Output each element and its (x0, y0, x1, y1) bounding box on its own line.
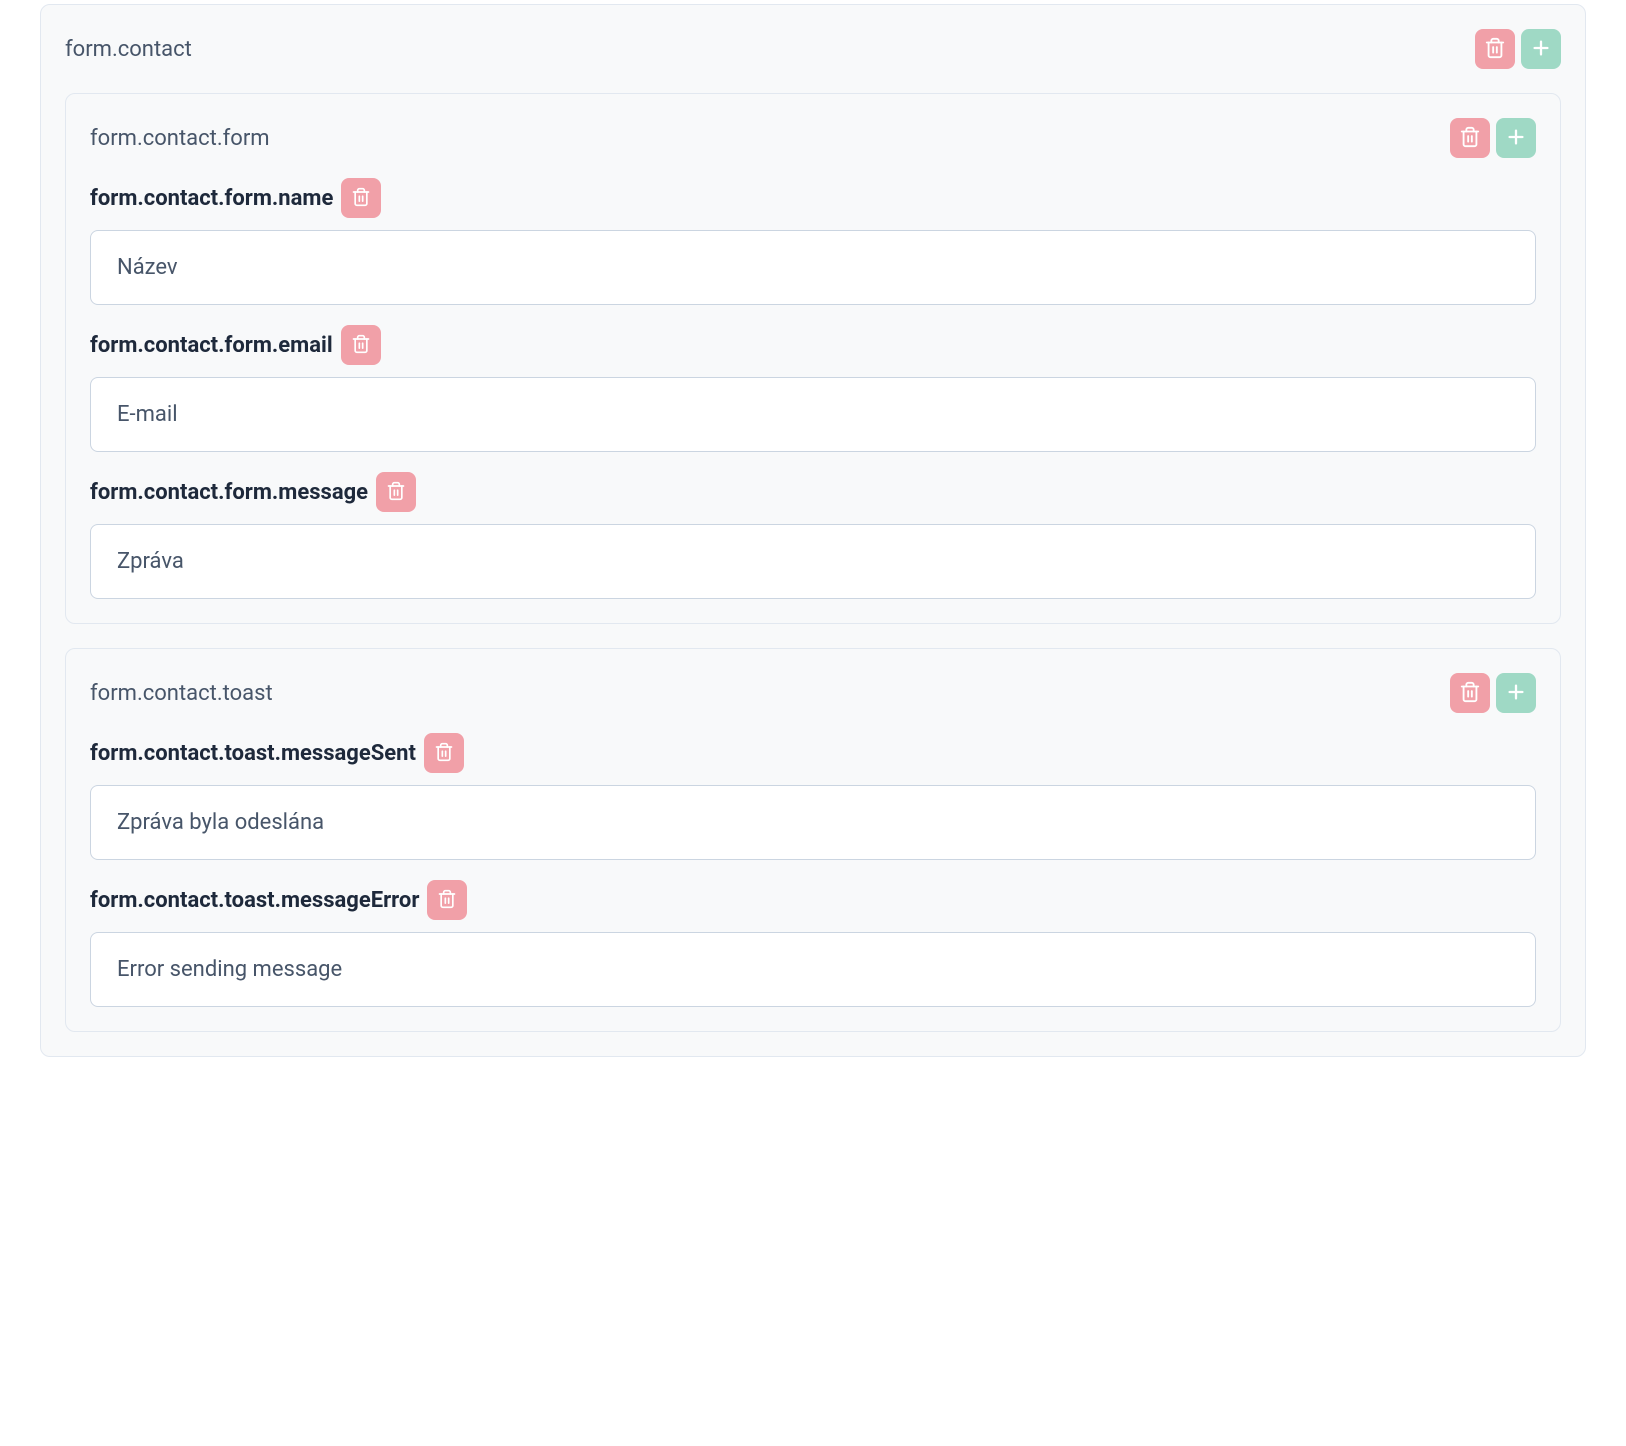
subsection-title: form.contact.form (90, 126, 270, 151)
add-subsection-button[interactable] (1496, 118, 1536, 158)
plus-icon (1530, 37, 1552, 62)
delete-field-button[interactable] (424, 733, 464, 773)
delete-field-button[interactable] (376, 472, 416, 512)
delete-subsection-button[interactable] (1450, 673, 1490, 713)
subsection-header: form.contact.toast (90, 673, 1536, 713)
delete-section-button[interactable] (1475, 29, 1515, 69)
plus-icon (1505, 126, 1527, 151)
trash-icon (351, 187, 371, 210)
delete-subsection-button[interactable] (1450, 118, 1490, 158)
section-actions (1475, 29, 1561, 69)
subsection-header: form.contact.form (90, 118, 1536, 158)
section-header: form.contact (65, 29, 1561, 69)
trash-icon (1459, 681, 1481, 706)
trash-icon (351, 334, 371, 357)
subsection-title: form.contact.toast (90, 681, 273, 706)
section-title: form.contact (65, 37, 192, 62)
add-subsection-button[interactable] (1496, 673, 1536, 713)
section-contact: form.contact (40, 4, 1586, 1057)
field-label-row: form.contact.toast.messageSent (90, 733, 1536, 773)
field-label-row: form.contact.form.email (90, 325, 1536, 365)
trash-icon (434, 742, 454, 765)
field-input-message[interactable] (90, 524, 1536, 599)
trash-icon (386, 481, 406, 504)
field-name: form.contact.form.name (90, 178, 1536, 305)
trash-icon (1459, 126, 1481, 151)
subsection-actions (1450, 118, 1536, 158)
field-email: form.contact.form.email (90, 325, 1536, 452)
trash-icon (1484, 37, 1506, 62)
field-input-message-sent[interactable] (90, 785, 1536, 860)
plus-icon (1505, 681, 1527, 706)
field-message-sent: form.contact.toast.messageSent (90, 733, 1536, 860)
field-label-row: form.contact.form.message (90, 472, 1536, 512)
add-section-button[interactable] (1521, 29, 1561, 69)
field-label: form.contact.toast.messageError (90, 888, 419, 913)
field-label-row: form.contact.toast.messageError (90, 880, 1536, 920)
field-input-name[interactable] (90, 230, 1536, 305)
field-input-message-error[interactable] (90, 932, 1536, 1007)
field-label: form.contact.toast.messageSent (90, 741, 416, 766)
delete-field-button[interactable] (427, 880, 467, 920)
subsection-actions (1450, 673, 1536, 713)
delete-field-button[interactable] (341, 178, 381, 218)
field-label: form.contact.form.email (90, 333, 333, 358)
field-input-email[interactable] (90, 377, 1536, 452)
field-label: form.contact.form.name (90, 186, 333, 211)
field-label-row: form.contact.form.name (90, 178, 1536, 218)
subsection-form: form.contact.form (65, 93, 1561, 624)
subsection-toast: form.contact.toast (65, 648, 1561, 1032)
field-label: form.contact.form.message (90, 480, 368, 505)
trash-icon (437, 889, 457, 912)
field-message-error: form.contact.toast.messageError (90, 880, 1536, 1007)
delete-field-button[interactable] (341, 325, 381, 365)
field-message: form.contact.form.message (90, 472, 1536, 599)
